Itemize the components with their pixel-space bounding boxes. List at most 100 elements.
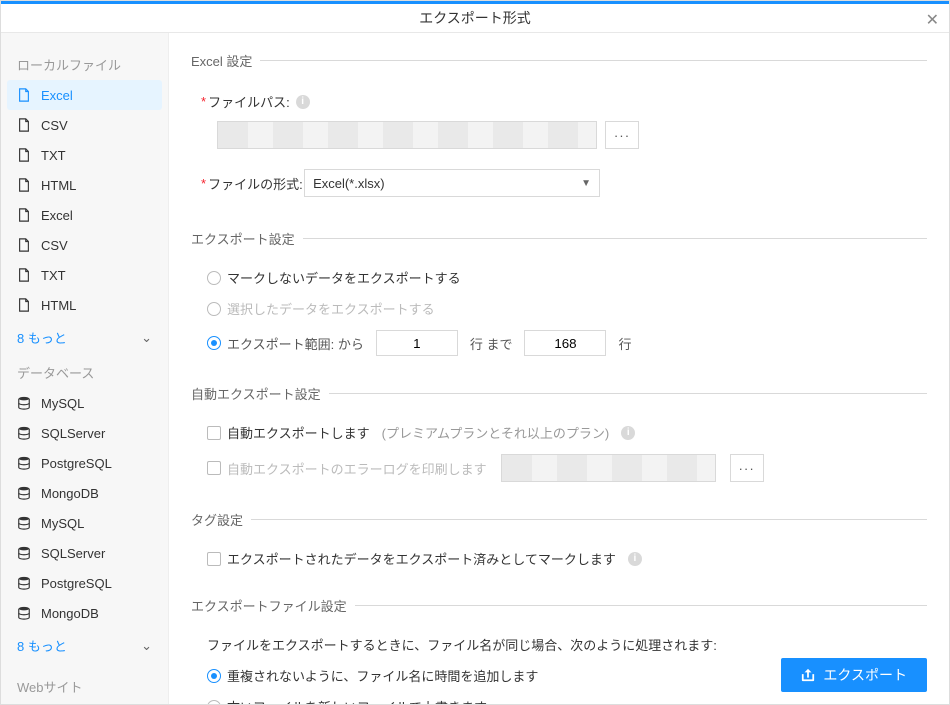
browse-button[interactable]: ···	[605, 121, 639, 149]
check-auto-export[interactable]: 自動エクスポートします (プレミアムプランとそれ以上のプラン) i	[191, 417, 927, 448]
sidebar-section-local: ローカルファイル	[7, 47, 162, 80]
legend-auto: 自動エクスポート設定	[191, 384, 329, 403]
database-icon	[17, 425, 31, 441]
file-icon	[17, 267, 31, 283]
check-label: 自動エクスポートのエラーログを印刷します	[227, 459, 487, 478]
format-value: Excel(*.xlsx)	[313, 176, 385, 191]
range-mid2: 行	[618, 334, 631, 353]
database-icon	[17, 485, 31, 501]
chevron-down-icon: ⌄	[141, 330, 152, 346]
main-panel: Excel 設定 * ファイルパス: i ··· * ファイルの形式: Exce…	[169, 33, 949, 704]
more-label: 8 もっと	[17, 636, 67, 655]
errorlog-path-input[interactable]	[501, 454, 716, 482]
group-export-settings: エクスポート設定 マークしないデータをエクスポートする 選択したデータをエクスポ…	[191, 229, 927, 362]
sidebar-section-web: Webサイト	[7, 669, 162, 702]
desc-text: ファイルをエクスポートするときに、ファイル名が同じ場合、次のように処理されます:	[207, 635, 717, 654]
checkbox-icon	[207, 552, 221, 566]
sidebar-item-mysql[interactable]: MySQL	[7, 388, 162, 418]
sidebar-item-sqlserver[interactable]: SQLServer	[7, 418, 162, 448]
radio-icon	[207, 302, 221, 316]
radio-range[interactable]: エクスポート範囲: から 行 まで 行	[191, 324, 927, 362]
sidebar-item-excel[interactable]: Excel	[7, 80, 162, 110]
legend-tag: タグ設定	[191, 510, 251, 529]
file-icon	[17, 87, 31, 103]
check-label: 自動エクスポートします	[227, 423, 370, 442]
radio-file-overwrite[interactable]: 古いファイルを新しいファイルで上書きます	[191, 691, 927, 704]
sidebar-item-mongodb[interactable]: MongoDB	[7, 478, 162, 508]
filepath-label: ファイルパス:	[208, 92, 290, 111]
export-dialog: エクスポート形式 ✕ ローカルファイル Excel CSV TXT HTML Excel…	[0, 0, 950, 705]
sidebar-item-mongodb[interactable]: MongoDB	[7, 598, 162, 628]
sidebar-item-label: PostgreSQL	[41, 456, 112, 471]
sidebar-item-txt[interactable]: TXT	[7, 140, 162, 170]
radio-icon	[207, 271, 221, 285]
sidebar-item-html[interactable]: HTML	[7, 290, 162, 320]
browse-button[interactable]: ···	[730, 454, 764, 482]
legend-excel: Excel 設定	[191, 51, 260, 70]
database-icon	[17, 395, 31, 411]
export-icon	[801, 668, 815, 682]
export-button[interactable]: エクスポート	[781, 658, 927, 692]
sidebar-item-postgresql[interactable]: PostgreSQL	[7, 568, 162, 598]
checkbox-icon	[207, 461, 221, 475]
checkbox-icon	[207, 426, 221, 440]
sidebar-item-csv[interactable]: CSV	[7, 110, 162, 140]
check-auto-errorlog[interactable]: 自動エクスポートのエラーログを印刷します ···	[191, 448, 927, 488]
range-to-input[interactable]	[524, 330, 606, 356]
info-icon[interactable]: i	[621, 426, 635, 440]
sidebar-item-excel[interactable]: Excel	[7, 200, 162, 230]
filepath-input[interactable]	[217, 121, 597, 149]
group-excel-settings: Excel 設定 * ファイルパス: i ··· * ファイルの形式: Exce…	[191, 51, 927, 207]
format-select[interactable]: Excel(*.xlsx) ▼	[304, 169, 600, 197]
sidebar-item-label: TXT	[41, 268, 66, 283]
sidebar-item-label: TXT	[41, 148, 66, 163]
sidebar-item-mysql[interactable]: MySQL	[7, 508, 162, 538]
sidebar-item-label: MongoDB	[41, 486, 99, 501]
sidebar-local-more[interactable]: 8 もっと ⌄	[7, 320, 162, 355]
sidebar-item-label: Excel	[41, 208, 73, 223]
radio-selected[interactable]: 選択したデータをエクスポートする	[191, 293, 927, 324]
database-icon	[17, 515, 31, 531]
legend-export: エクスポート設定	[191, 229, 303, 248]
database-icon	[17, 575, 31, 591]
required-marker: *	[201, 94, 206, 109]
radio-icon	[207, 700, 221, 705]
close-icon[interactable]: ✕	[926, 10, 939, 30]
required-marker: *	[201, 176, 206, 191]
database-icon	[17, 455, 31, 471]
radio-icon	[207, 669, 221, 683]
file-icon	[17, 147, 31, 163]
sidebar-item-csv[interactable]: CSV	[7, 230, 162, 260]
database-icon	[17, 605, 31, 621]
file-desc: ファイルをエクスポートするときに、ファイル名が同じ場合、次のように処理されます:	[191, 629, 927, 660]
radio-unmarked[interactable]: マークしないデータをエクスポートする	[191, 262, 927, 293]
sidebar-item-txt[interactable]: TXT	[7, 260, 162, 290]
file-icon	[17, 117, 31, 133]
sidebar-item-label: Excel	[41, 88, 73, 103]
chevron-down-icon: ⌄	[141, 638, 152, 654]
export-button-label: エクスポート	[823, 665, 907, 685]
group-auto-export: 自動エクスポート設定 自動エクスポートします (プレミアムプランとそれ以上のプラ…	[191, 384, 927, 488]
sidebar-item-postgresql[interactable]: PostgreSQL	[7, 448, 162, 478]
dialog-title: エクスポート形式	[419, 8, 531, 28]
range-from-input[interactable]	[376, 330, 458, 356]
sidebar-item-label: HTML	[41, 298, 76, 313]
sidebar-item-label: CSV	[41, 238, 68, 253]
file-icon	[17, 297, 31, 313]
range-mid1: 行 まで	[470, 334, 513, 353]
sidebar-item-label: MySQL	[41, 516, 84, 531]
radio-label: 古いファイルを新しいファイルで上書きます	[227, 697, 487, 704]
sidebar-item-html[interactable]: HTML	[7, 170, 162, 200]
sidebar-db-more[interactable]: 8 もっと ⌄	[7, 628, 162, 663]
info-icon[interactable]: i	[628, 552, 642, 566]
check-mark-exported[interactable]: エクスポートされたデータをエクスポート済みとしてマークします i	[191, 543, 927, 574]
radio-label: マークしないデータをエクスポートする	[227, 268, 461, 287]
radio-icon	[207, 336, 221, 350]
info-icon[interactable]: i	[296, 95, 310, 109]
sidebar-item-label: SQLServer	[41, 426, 105, 441]
sidebar-section-db: データベース	[7, 355, 162, 388]
radio-label: 重複されないように、ファイル名に時間を追加します	[227, 666, 538, 685]
file-icon	[17, 237, 31, 253]
sidebar-item-label: HTML	[41, 178, 76, 193]
sidebar-item-sqlserver[interactable]: SQLServer	[7, 538, 162, 568]
